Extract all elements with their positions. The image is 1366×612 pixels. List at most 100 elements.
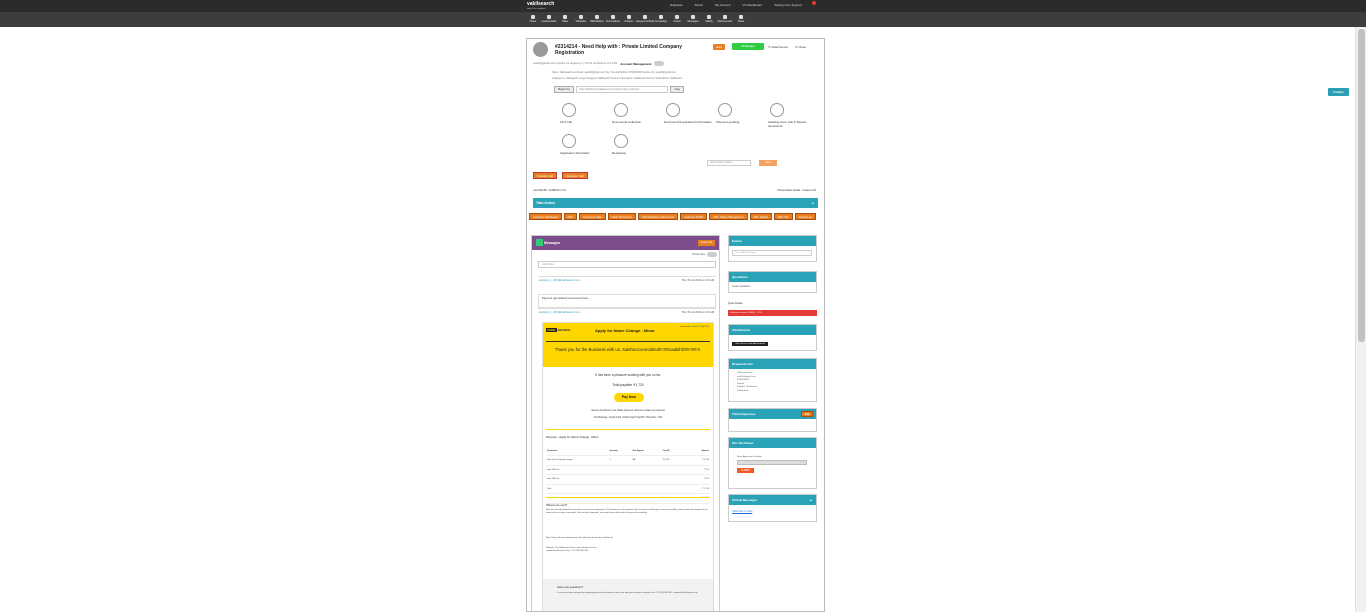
- top-link-dashboard[interactable]: VS Dashboard: [743, 3, 763, 7]
- customer-call-button[interactable]: Customer Call: [562, 172, 588, 179]
- script-icon: [675, 15, 679, 19]
- step-awaiting-govt-ack[interactable]: Awaiting Govt. Ack & Signed documents: [768, 103, 818, 128]
- take-action-bar[interactable]: Take Action ⌄: [533, 198, 818, 208]
- nav-lawyers[interactable]: Lawyers/Verticals: [636, 12, 654, 27]
- time-left-text: Last Paid Bill - SubBill Pre 0:12: [533, 189, 567, 192]
- table-header-row: Particulars Quantity Unit Agreed Cost(₹) Amo…: [546, 446, 710, 456]
- action-tabs: Customer Dashboard CRC Document Vault Ve…: [529, 213, 824, 220]
- top-links: Helpdesk Admin My Account VS Dashboard T…: [670, 3, 802, 7]
- step-circle: [614, 103, 628, 117]
- step-resolution[interactable]: Resolution: [612, 134, 662, 155]
- nav-leaderboards[interactable]: Leaderboards: [542, 12, 556, 27]
- message-time: Thu, 06 Jul 2023 at 1:43 AM: [681, 311, 714, 314]
- ticket-panel: #2314214 - Need Help with : Private Limi…: [526, 38, 825, 612]
- create-quotation-link[interactable]: Create Quotation: [729, 282, 816, 291]
- email-thanks: Thank you for the Business with us, Sakt…: [554, 347, 702, 352]
- step-payment-pending[interactable]: Payment pending: [716, 103, 766, 124]
- quote-row[interactable]: Vakilsearch Invoice 1234567 - 1720: [728, 310, 817, 316]
- step-document-preparation[interactable]: Document Preparation/Confirmation: [664, 103, 714, 124]
- top-link-user[interactable]: Testing User (logout): [774, 3, 802, 7]
- invoice-table: Particulars Quantity Unit Agreed Cost(₹) Amo…: [546, 446, 710, 504]
- top-link-my-account[interactable]: My Account: [715, 3, 731, 7]
- requester-info-body: Vakilsearch-test saskhi@gmail.com 978000…: [737, 372, 758, 392]
- email-title: Apply for Name Change - Minor: [595, 328, 655, 333]
- messages-panel: Messages Export All Private Note Add Not…: [531, 235, 720, 611]
- nav-dodocuments[interactable]: Dodocuments: [718, 12, 732, 27]
- status-save-button[interactable]: Save: [759, 160, 777, 166]
- event-date-input[interactable]: Date - Add Date Here: [732, 250, 812, 256]
- tab-customer-dashboard[interactable]: Customer Dashboard: [529, 213, 562, 220]
- top-link-helpdesk[interactable]: Helpdesk: [670, 3, 683, 7]
- pen-icon: [579, 15, 583, 19]
- critical-messages-title: Critical Messages ⌄: [729, 495, 816, 505]
- nav-formulations[interactable]: Formulations: [606, 12, 620, 27]
- check-icon: [707, 15, 711, 19]
- page-scrollbar[interactable]: [1355, 27, 1366, 612]
- document-icon: [723, 15, 727, 19]
- private-note-toggle[interactable]: [707, 252, 718, 257]
- step-first-call[interactable]: First Call: [560, 103, 610, 124]
- pan-tan-status-card: Pan Tan Status Enter Application Number …: [728, 437, 817, 489]
- nav-tasks[interactable]: Tasks: [559, 12, 571, 27]
- submit-button[interactable]: SUBMIT: [737, 468, 755, 473]
- tab-document-vault[interactable]: Document Vault: [579, 213, 606, 220]
- copy-button[interactable]: Copy: [670, 86, 685, 93]
- notification-icon[interactable]: [812, 1, 816, 5]
- edit-button[interactable]: Edit: [713, 44, 725, 50]
- quotations-card: Quotations Create Quotation: [728, 271, 817, 293]
- view-attachments-button[interactable]: Click Here to view Attachments: [732, 342, 769, 346]
- postbox-icon: [627, 15, 631, 19]
- add-note-input[interactable]: Add Notes: [538, 261, 716, 268]
- table-row: Govt 18% Tax ₹ 0.0: [546, 474, 710, 485]
- chevron-down-icon: ⌄: [810, 200, 815, 206]
- email-preview: VAKIL SEARCH Apply for Name Change - Min…: [542, 322, 714, 611]
- tab-customer-profile[interactable]: Customer Profile: [680, 213, 708, 220]
- nav-postbox[interactable]: Postbox: [623, 12, 635, 27]
- nav-wildcatter[interactable]: Wildcatter: [575, 12, 587, 27]
- pay-now-button[interactable]: Pay Now: [614, 393, 644, 402]
- nav-home[interactable]: Home: [527, 12, 539, 27]
- tab-daily-info[interactable]: Daily Info: [773, 213, 793, 220]
- account-management-toggle[interactable]: [654, 61, 665, 66]
- collapse-button[interactable]: Collaps: [1328, 88, 1349, 96]
- whatsapp-button[interactable]: Whatsapp: [732, 43, 764, 50]
- status-select[interactable]: Select Status Update: [707, 160, 751, 166]
- step-application-submitted[interactable]: Application Submitted: [560, 134, 610, 155]
- nav-knowledge[interactable]: Knowledge: [655, 12, 667, 27]
- email-secure-note: Secure checkout on our fitable payment o…: [591, 409, 665, 412]
- magic-key-button[interactable]: Magic Key: [554, 86, 575, 93]
- nav-share[interactable]: Share: [735, 12, 747, 27]
- nav-wildcalldocs[interactable]: Wildcalldocs: [590, 12, 604, 27]
- close-link[interactable]: ✕ Close: [795, 45, 806, 49]
- step-documents-collection[interactable]: Documents Collection: [612, 103, 662, 124]
- application-number-input[interactable]: [737, 460, 807, 465]
- tab-crc[interactable]: CRC: [563, 213, 578, 220]
- tab-verify-documents[interactable]: Verify Documents: [607, 213, 636, 220]
- top-link-admin[interactable]: Admin: [695, 3, 704, 7]
- message-row[interactable]: testlogin_1_2023@vakilsearch.com Thu, 06…: [538, 308, 716, 320]
- critical-messages-link[interactable]: Click here to view: [732, 510, 752, 513]
- attachments-title: Attachments: [729, 325, 816, 335]
- attachments-link[interactable]: ✎ Attachments: [768, 45, 788, 49]
- tab-upload-delivery[interactable]: Upload/Delivery Documents: [637, 213, 679, 220]
- message-from[interactable]: testlogin_1_2023@vakilsearch.com: [539, 279, 580, 282]
- step-circle: [718, 103, 732, 117]
- magic-key-input[interactable]: https://dashboard.vakilsearch.com/login/…: [576, 86, 669, 93]
- nav-messages[interactable]: Messages: [687, 12, 699, 27]
- scrollbar-thumb[interactable]: [1358, 29, 1365, 342]
- tab-crc-details[interactable]: CRC Details: [749, 213, 772, 220]
- transfer-call-button[interactable]: Transfer Call: [533, 172, 557, 179]
- message-from[interactable]: testlogin_1_2023@vakilsearch.com: [539, 311, 580, 314]
- chevron-down-icon[interactable]: ⌄: [809, 495, 813, 505]
- nav-validity[interactable]: Validity: [703, 12, 715, 27]
- message-row[interactable]: testlogin_1_2023@vakilsearch.com Thu, 06…: [538, 276, 716, 288]
- tab-activity-log[interactable]: Activity Log: [794, 213, 816, 220]
- add-expense-button[interactable]: Add: [801, 411, 813, 417]
- export-all-button[interactable]: Export All: [698, 240, 715, 246]
- nav-scripts[interactable]: Scripts: [671, 12, 683, 27]
- brand-logo[interactable]: vakilsearch legal & tax simplified: [527, 2, 554, 12]
- critical-messages-card: Critical Messages ⌄ Click here to view: [728, 494, 817, 522]
- email-logo: VAKIL SEARCH: [546, 328, 571, 332]
- avatar: [533, 42, 548, 57]
- tab-crc-library[interactable]: CRC Library Management: [709, 213, 748, 220]
